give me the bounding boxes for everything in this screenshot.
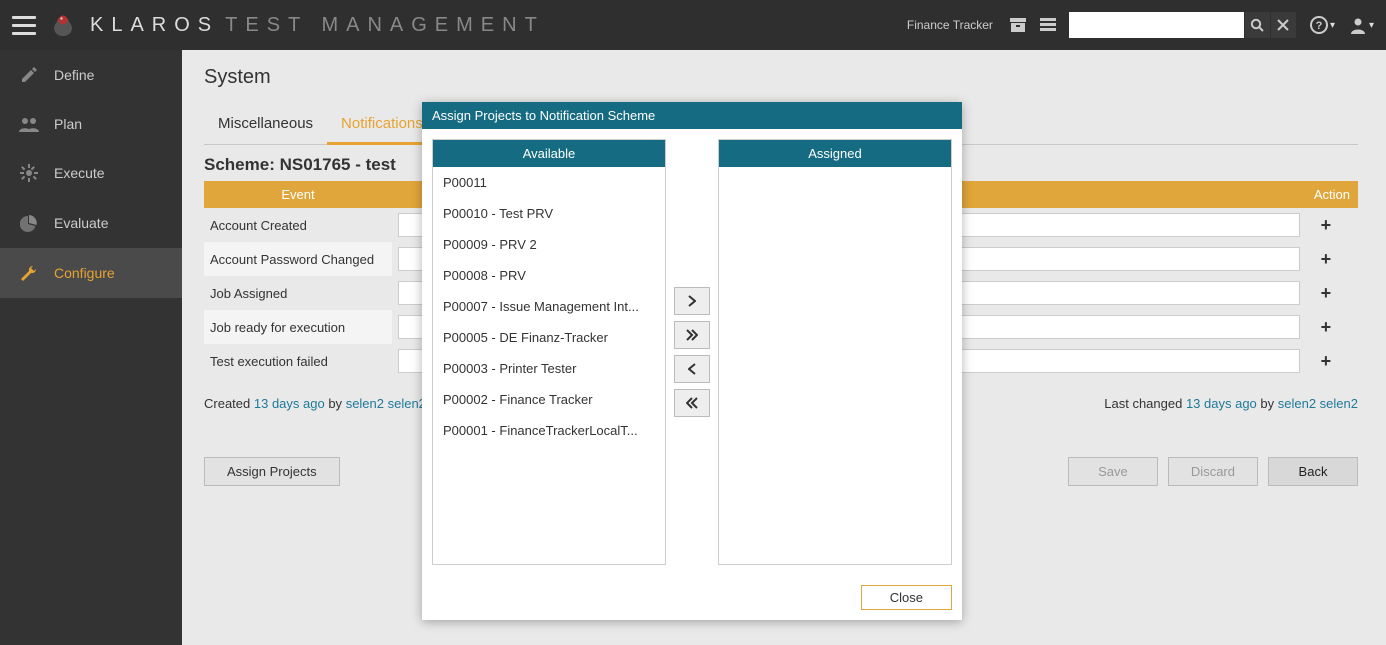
list-item[interactable]: P00007 - Issue Management Int... <box>433 291 665 322</box>
sidebar-item-label: Configure <box>54 265 115 281</box>
pie-chart-icon <box>18 214 40 232</box>
gear-icon <box>18 164 40 182</box>
sidebar-item-configure[interactable]: Configure <box>0 248 182 298</box>
event-name-cell: Account Created <box>204 208 392 242</box>
list-item[interactable]: P00010 - Test PRV <box>433 198 665 229</box>
action-cell: + <box>1306 310 1358 344</box>
add-recipient-button[interactable]: + <box>1312 248 1340 270</box>
list-item[interactable]: P00003 - Printer Tester <box>433 353 665 384</box>
active-project-name: Finance Tracker <box>907 18 993 32</box>
add-recipient-button[interactable]: + <box>1312 282 1340 304</box>
sidebar-item-execute[interactable]: Execute <box>0 148 182 198</box>
col-event: Event <box>204 181 392 208</box>
add-recipient-button[interactable]: + <box>1312 316 1340 338</box>
search-button[interactable] <box>1244 12 1270 38</box>
col-action: Action <box>1306 181 1358 208</box>
tab-miscellaneous[interactable]: Miscellaneous <box>204 107 327 144</box>
sidebar-item-plan[interactable]: Plan <box>0 100 182 148</box>
list-item[interactable]: P00002 - Finance Tracker <box>433 384 665 415</box>
user-menu[interactable]: ▾ <box>1349 16 1374 34</box>
action-cell: + <box>1306 344 1358 378</box>
search-input[interactable] <box>1069 12 1244 38</box>
chevron-down-icon: ▾ <box>1330 20 1335 31</box>
back-button[interactable]: Back <box>1268 457 1358 486</box>
assign-projects-dialog: Assign Projects to Notification Scheme A… <box>422 102 962 620</box>
sidebar-item-label: Plan <box>54 116 82 132</box>
picklist-controls <box>674 139 710 565</box>
archive-icon[interactable] <box>1009 16 1027 34</box>
wrench-icon <box>18 264 40 282</box>
assign-projects-button[interactable]: Assign Projects <box>204 457 340 486</box>
topbar: KLAROSTEST MANAGEMENT Finance Tracker ? … <box>0 0 1386 50</box>
app-logo <box>50 12 76 38</box>
discard-button[interactable]: Discard <box>1168 457 1258 486</box>
users-icon <box>18 116 40 132</box>
move-right-button[interactable] <box>674 287 710 315</box>
move-all-left-button[interactable] <box>674 389 710 417</box>
action-cell: + <box>1306 276 1358 310</box>
created-user-link[interactable]: selen2 selen2 <box>346 396 426 411</box>
sidebar-item-evaluate[interactable]: Evaluate <box>0 198 182 248</box>
changed-when-link[interactable]: 13 days ago <box>1186 396 1257 411</box>
action-cell: + <box>1306 242 1358 276</box>
menu-toggle[interactable] <box>12 13 36 37</box>
action-cell: + <box>1306 208 1358 242</box>
add-recipient-button[interactable]: + <box>1312 214 1340 236</box>
tab-notifications[interactable]: Notifications <box>327 107 437 145</box>
event-name-cell: Job Assigned <box>204 276 392 310</box>
list-item[interactable]: P00001 - FinanceTrackerLocalT... <box>433 415 665 446</box>
event-name-cell: Test execution failed <box>204 344 392 378</box>
sidebar-item-label: Execute <box>54 165 105 181</box>
list-icon[interactable] <box>1039 16 1057 34</box>
list-item[interactable]: P00008 - PRV <box>433 260 665 291</box>
add-recipient-button[interactable]: + <box>1312 350 1340 372</box>
save-button[interactable]: Save <box>1068 457 1158 486</box>
help-menu[interactable]: ? ▾ <box>1310 16 1335 34</box>
sidebar-item-define[interactable]: Define <box>0 50 182 100</box>
brand: KLAROSTEST MANAGEMENT <box>90 14 545 37</box>
list-item[interactable]: P00009 - PRV 2 <box>433 229 665 260</box>
assigned-list: Assigned <box>718 139 952 565</box>
clear-search-button[interactable] <box>1270 12 1296 38</box>
sidebar: Define Plan Execute Evaluate Configure <box>0 50 182 645</box>
chevron-down-icon: ▾ <box>1369 20 1374 31</box>
changed-user-link[interactable]: selen2 selen2 <box>1278 396 1358 411</box>
assigned-header: Assigned <box>719 140 951 167</box>
svg-text:?: ? <box>1316 20 1323 32</box>
event-name-cell: Account Password Changed <box>204 242 392 276</box>
edit-icon <box>18 66 40 84</box>
page-title: System <box>204 66 1358 89</box>
close-button[interactable]: Close <box>861 585 952 610</box>
created-when-link[interactable]: 13 days ago <box>254 396 325 411</box>
available-list: Available P00011P00010 - Test PRVP00009 … <box>432 139 666 565</box>
sidebar-item-label: Define <box>54 67 94 83</box>
created-meta: Created 13 days ago by selen2 selen2 <box>204 396 426 411</box>
dialog-title: Assign Projects to Notification Scheme <box>422 102 962 129</box>
sidebar-item-label: Evaluate <box>54 215 108 231</box>
list-item[interactable]: P00005 - DE Finanz-Tracker <box>433 322 665 353</box>
list-item[interactable]: P00011 <box>433 167 665 198</box>
event-name-cell: Job ready for execution <box>204 310 392 344</box>
move-left-button[interactable] <box>674 355 710 383</box>
changed-meta: Last changed 13 days ago by selen2 selen… <box>1104 396 1358 411</box>
move-all-right-button[interactable] <box>674 321 710 349</box>
available-header: Available <box>433 140 665 167</box>
